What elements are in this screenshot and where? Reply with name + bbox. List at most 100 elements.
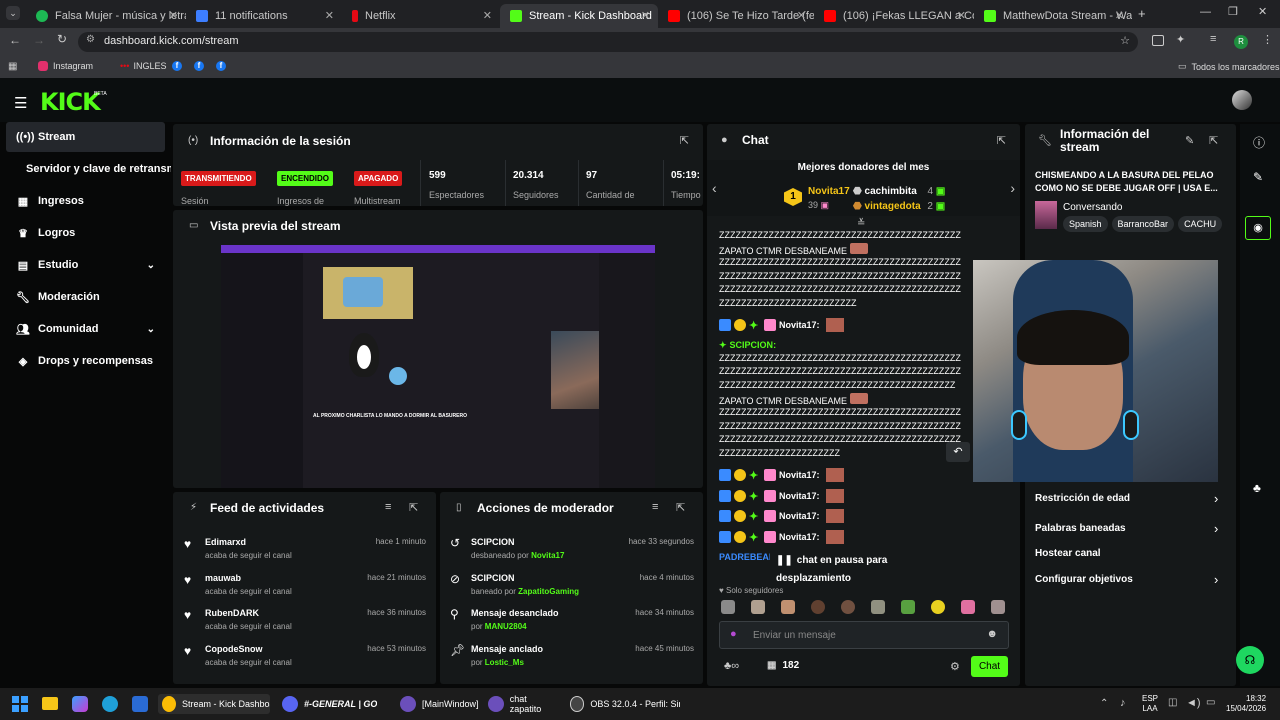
language-indicator[interactable]: ESP LAA — [1142, 694, 1158, 714]
emote-icon[interactable] — [931, 600, 945, 614]
mod-username[interactable]: Novita17 — [531, 551, 564, 560]
chevron-right-icon[interactable]: › — [1010, 180, 1015, 196]
clock[interactable]: 18:32 15/04/2026 — [1226, 694, 1266, 714]
chat-username-row[interactable]: ✦ Novita17: — [719, 489, 844, 503]
site-info-icon[interactable]: ⚙ — [86, 34, 95, 45]
tab-6[interactable]: MatthewDota Stream - Watch l✕ — [974, 4, 1132, 28]
stream-preview-video[interactable]: AL PROXIMO CHARLISTA LO MANDO A DORMIR A… — [221, 245, 655, 488]
support-headset-icon[interactable]: ☊ — [1236, 646, 1264, 674]
menu-kebab-icon[interactable]: ⋮ — [1262, 33, 1273, 46]
donor-name[interactable]: Novita17 — [808, 186, 850, 197]
window-close-icon[interactable]: ✕ — [1258, 5, 1267, 18]
user-avatar[interactable] — [1232, 90, 1252, 110]
taskbar-app-discord[interactable]: #-GENERAL | GO — [282, 694, 392, 714]
collapse-icon[interactable]: ≚ — [857, 218, 865, 229]
tab-search-icon[interactable]: ⌄ — [6, 6, 20, 20]
feed-username[interactable]: RubenDARK — [205, 608, 259, 618]
taskbar-app-obs[interactable]: OBS 32.0.4 - Perfil: Sin T — [570, 694, 680, 714]
filter-icon[interactable]: ≡ — [385, 501, 391, 513]
restore-icon[interactable]: ❐ — [1228, 5, 1238, 18]
chat-paused-banner[interactable]: ❚❚ chat en pausa para desplazamiento — [770, 552, 950, 584]
network-icon[interactable]: ◫ — [1168, 697, 1177, 708]
sidebar-item-ingresos[interactable]: ▦ Ingresos — [6, 186, 165, 216]
tab-4[interactable]: (106) Se Te Hizo Tarde (feat. Ele✕ — [658, 4, 814, 28]
emote-icon[interactable] — [781, 600, 795, 614]
emote-icon[interactable] — [841, 600, 855, 614]
info-icon[interactable]: ⓘ — [1253, 134, 1265, 151]
popout-icon[interactable]: ⇱ — [997, 134, 1006, 147]
taskbar-app-chrome[interactable]: Stream - Kick Dashboard — [158, 694, 270, 714]
close-icon[interactable]: ✕ — [483, 9, 492, 22]
close-icon[interactable]: ✕ — [169, 9, 178, 22]
group-icon[interactable]: ♣ — [1253, 481, 1261, 495]
chevron-right-icon[interactable]: › — [1214, 572, 1218, 587]
chat-message-input[interactable]: ● Enviar un mensaje ☻ — [719, 621, 1009, 649]
close-icon[interactable]: ✕ — [641, 9, 650, 22]
edge-icon[interactable] — [102, 696, 118, 712]
reload-icon[interactable]: ↻ — [57, 32, 67, 46]
sidebar-item-server-key[interactable]: Servidor y clave de retransmisión — [6, 154, 171, 184]
close-icon[interactable]: ✕ — [325, 9, 334, 22]
close-icon[interactable]: ✕ — [797, 9, 806, 22]
bookmark-instagram[interactable]: Instagram — [38, 61, 93, 71]
tag-chip[interactable]: CACHU — [1178, 216, 1223, 232]
emote-icon[interactable] — [751, 600, 765, 614]
file-explorer-icon[interactable] — [42, 697, 58, 710]
emoji-icon[interactable]: ☻ — [986, 628, 998, 640]
option-banned-words[interactable]: Palabras baneadas — [1035, 523, 1126, 534]
emote-icon[interactable] — [721, 600, 735, 614]
tab-1[interactable]: 11 notifications ✕ — [186, 4, 342, 28]
battery-icon[interactable]: ▭ — [1206, 697, 1215, 708]
edit-pencil-icon[interactable]: ✎ — [1185, 134, 1194, 147]
donor-3[interactable]: ⬣ vintagedota 2 ▣ — [853, 201, 945, 212]
tag-chip[interactable]: Spanish — [1063, 216, 1108, 232]
mod-username[interactable]: MANU2804 — [485, 622, 527, 631]
chat-username-row[interactable]: PADREBEAR — [719, 550, 775, 564]
taskbar-app-chat[interactable]: chat zapatito — [488, 694, 560, 714]
bookmark-facebook-3[interactable]: f — [216, 61, 226, 71]
sidebar-item-comunidad[interactable]: 👥︎ Comunidad ⌄ — [6, 314, 165, 344]
media-icon[interactable]: ≡ — [1210, 33, 1216, 45]
profile-avatar[interactable]: R — [1234, 35, 1248, 49]
sidebar-item-moderacion[interactable]: 🔧︎ Moderación — [6, 282, 165, 312]
popout-icon[interactable]: ⇱ — [409, 501, 418, 514]
kick-logo[interactable]: KICK — [40, 88, 101, 116]
sidebar-item-drops[interactable]: ◈ Drops y recompensas — [6, 346, 165, 376]
sidebar-item-stream[interactable]: ((•)) Stream — [6, 122, 165, 152]
emote-icon[interactable] — [871, 600, 885, 614]
chat-username-row[interactable]: ✦ Novita17: — [719, 509, 844, 523]
volume-icon[interactable]: ◄) — [1186, 697, 1201, 709]
tag-chip[interactable]: BarrancoBar — [1111, 216, 1175, 232]
chat-username-row[interactable]: ✦ Novita17: — [719, 318, 844, 332]
chat-username-row[interactable]: ✦ Novita17: — [719, 530, 844, 544]
close-icon[interactable]: ✕ — [957, 9, 966, 22]
camera-icon[interactable]: ◉ — [1245, 216, 1271, 240]
store-icon[interactable] — [132, 696, 148, 712]
edit-pencil-icon[interactable]: ✎ — [1253, 170, 1263, 184]
screenshot-icon[interactable] — [1152, 35, 1164, 46]
feed-username[interactable]: Edimarxd — [205, 537, 246, 547]
chat-mention-row[interactable]: ✦ SCIPCION: — [719, 338, 776, 352]
chevron-right-icon[interactable]: › — [1214, 491, 1218, 506]
sidebar-item-logros[interactable]: ♛ Logros — [6, 218, 165, 248]
popout-icon[interactable]: ⇱ — [676, 501, 685, 514]
sidebar-item-estudio[interactable]: ▤ Estudio ⌄ — [6, 250, 165, 280]
mod-username[interactable]: Lostic_Ms — [485, 658, 524, 667]
forward-icon[interactable]: → — [33, 33, 45, 47]
feed-username[interactable]: CopodeSnow — [205, 644, 263, 654]
mic-icon[interactable]: ● — [730, 628, 737, 640]
popout-icon[interactable]: ⇱ — [680, 134, 689, 147]
chevron-right-icon[interactable]: › — [1214, 521, 1218, 536]
taskbar-app-mainwindow[interactable]: [MainWindow] — [400, 694, 480, 714]
donor-2[interactable]: ⬣ cachimbita 4 ▣ — [853, 186, 945, 197]
copilot-icon[interactable] — [72, 696, 88, 712]
minimize-icon[interactable]: — — [1200, 6, 1211, 18]
windows-start-icon[interactable] — [12, 696, 28, 712]
mod-target[interactable]: SCIPCION — [471, 573, 515, 583]
popout-icon[interactable]: ⇱ — [1209, 134, 1218, 147]
url-input[interactable]: ⚙ dashboard.kick.com/stream ☆ — [78, 32, 1138, 52]
tray-chevron-icon[interactable]: ⌃ — [1100, 698, 1108, 709]
emote-icon[interactable] — [991, 600, 1005, 614]
chat-username-row[interactable]: ✦ Novita17: — [719, 468, 844, 482]
extensions-icon[interactable]: ✦ — [1176, 33, 1185, 46]
